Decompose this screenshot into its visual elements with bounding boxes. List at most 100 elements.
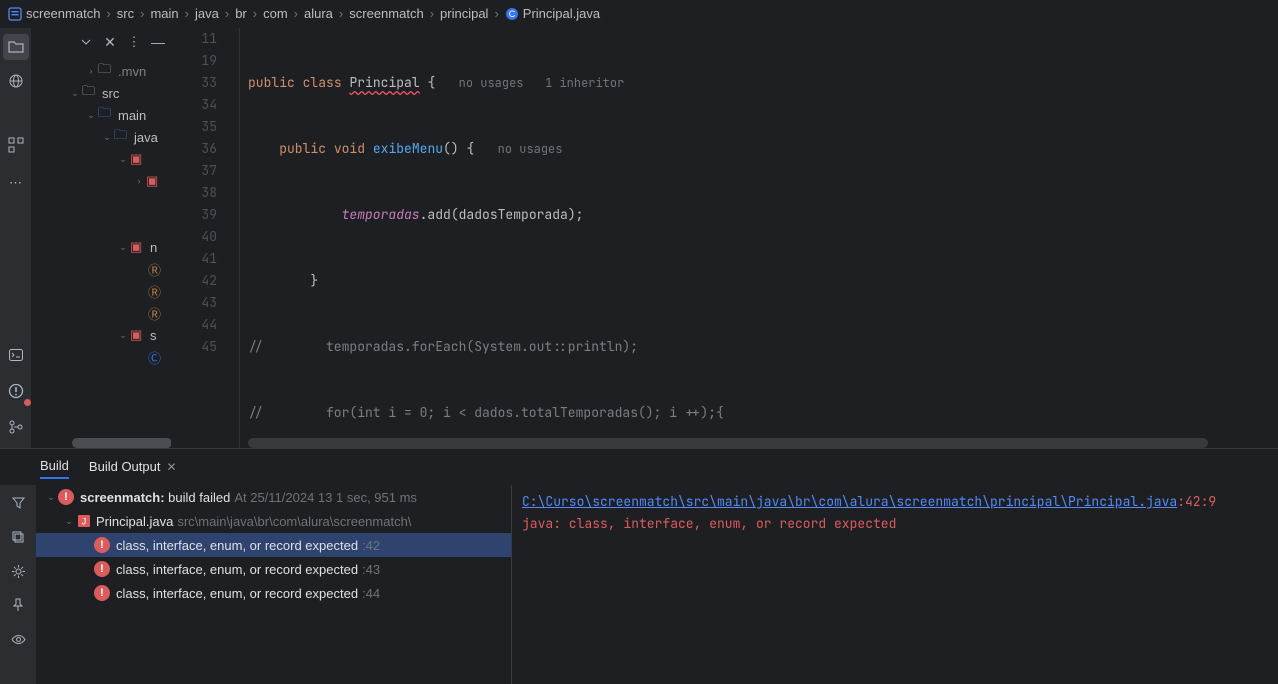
bookmarks-tool-button[interactable] [3, 132, 29, 158]
settings-button[interactable] [8, 561, 28, 581]
breadcrumb-item-project[interactable]: screenmatch [8, 6, 100, 21]
tree-item-mvn[interactable]: ›🗀.mvn [32, 60, 171, 82]
line-number: 19 [172, 50, 217, 72]
tree-item-pkg[interactable]: ›▣ [32, 170, 171, 192]
more-tools-button[interactable]: ⋯ [3, 170, 29, 196]
build-error-row[interactable]: ! class, interface, enum, or record expe… [36, 581, 511, 605]
chevron-right-icon: › [225, 6, 229, 21]
breadcrumb-label: Principal.java [523, 6, 600, 21]
gutter[interactable]: 11 19 33 34 35 36 37 38 39 40 41 42 43 4… [172, 28, 240, 448]
chevron-down-icon: ⌄ [116, 154, 130, 165]
breadcrumb-label: com [263, 6, 288, 21]
build-tree-file[interactable]: ⌄ J Principal.java src\main\java\br\com\… [36, 509, 511, 533]
error-location: :43 [362, 562, 380, 577]
scrollbar-thumb[interactable] [248, 438, 1208, 448]
tree-item-class[interactable]: Ⓡ [32, 302, 171, 324]
file-link[interactable]: C:\Curso\screenmatch\src\main\java\br\co… [522, 493, 1177, 510]
dots-icon: ⋮ [128, 34, 141, 50]
tree-item-pkg[interactable]: ⌄▣n [32, 236, 171, 258]
minimize-icon: — [151, 34, 165, 50]
chevron-down-icon: ⌄ [100, 132, 114, 143]
close-icon[interactable]: ✕ [166, 460, 176, 474]
breadcrumb-label: src [117, 6, 134, 21]
build-error-row[interactable]: ! class, interface, enum, or record expe… [36, 557, 511, 581]
build-tree-root[interactable]: ⌄ ! screenmatch: build failed At 25/11/2… [36, 485, 511, 509]
breadcrumb-item[interactable]: java [195, 6, 219, 21]
tree-list[interactable]: ›🗀.mvn ⌄🗀src ⌄🗀main ⌄🗀java ⌄▣ ›▣ ⌄▣n Ⓡ Ⓡ… [32, 56, 171, 368]
tree-item-pkg[interactable]: ⌄▣ [32, 148, 171, 170]
tab-build[interactable]: Build [40, 454, 69, 479]
error-message: class, interface, enum, or record expect… [116, 538, 358, 553]
code-line: } [248, 270, 1278, 292]
error-badge [24, 399, 31, 406]
folder-icon: 🗀 [98, 60, 114, 82]
left-tool-bar: ⋯ [0, 28, 32, 448]
build-file-path: src\main\java\br\com\alura\screenmatch\ [177, 514, 411, 529]
svg-text:J: J [82, 517, 87, 527]
terminal-icon [8, 347, 24, 363]
tree-options-button[interactable]: ⋮ [125, 33, 143, 51]
terminal-tool-button[interactable] [3, 342, 29, 368]
chevron-right-icon: › [494, 6, 498, 21]
horizontal-scrollbar[interactable] [72, 438, 172, 448]
editor-horizontal-scrollbar[interactable] [248, 438, 1266, 448]
code-area[interactable]: public class Principal { no usages 1 inh… [240, 28, 1278, 448]
rerun-button[interactable] [8, 493, 28, 513]
breadcrumb-item[interactable]: src [117, 6, 134, 21]
stop-button[interactable] [8, 527, 28, 547]
breadcrumb-item[interactable]: main [150, 6, 178, 21]
breadcrumb-item-file[interactable]: C Principal.java [505, 6, 600, 21]
breadcrumb-item[interactable]: alura [304, 6, 333, 21]
watch-button[interactable] [8, 629, 28, 649]
breadcrumb-item[interactable]: com [263, 6, 288, 21]
breadcrumb-label: main [150, 6, 178, 21]
line-number: 11 [172, 28, 217, 50]
tree-item-pkg[interactable]: ⌄▣s [32, 324, 171, 346]
package-icon: ▣ [146, 173, 162, 189]
filter-icon [11, 496, 26, 511]
usage-hint[interactable]: no usages 1 inheritor [459, 75, 625, 91]
collapse-all-button[interactable]: ✕ [101, 33, 119, 51]
code-editor[interactable]: 11 19 33 34 35 36 37 38 39 40 41 42 43 4… [172, 28, 1278, 448]
line-number: 42 [172, 270, 217, 292]
breadcrumb-item[interactable]: screenmatch [349, 6, 423, 21]
chevron-down-icon: ⌄ [116, 330, 130, 341]
select-opened-file-button[interactable] [77, 33, 95, 51]
vcs-tool-button[interactable] [3, 414, 29, 440]
folder-icon [8, 39, 24, 55]
line-number: 35 [172, 116, 217, 138]
tree-item-class[interactable]: Ⓒ [32, 346, 171, 368]
chevron-down-icon: ⌄ [84, 110, 98, 121]
breadcrumb-item[interactable]: br [235, 6, 247, 21]
chevron-right-icon: › [339, 6, 343, 21]
problems-tool-button[interactable] [3, 378, 29, 404]
build-error-row[interactable]: ! class, interface, enum, or record expe… [36, 533, 511, 557]
error-icon: ! [58, 489, 74, 505]
git-icon [8, 419, 24, 435]
line-number: 44 [172, 314, 217, 336]
tab-build-output[interactable]: Build Output ✕ [89, 459, 177, 474]
error-text: java: class, interface, enum, or record … [522, 513, 1268, 535]
project-tool-button[interactable] [3, 34, 29, 60]
usage-hint[interactable]: no usages [498, 141, 563, 157]
tree-item[interactable] [32, 192, 171, 214]
tree-item-src[interactable]: ⌄🗀src [32, 82, 171, 104]
tree-label: src [102, 86, 119, 101]
tree-item[interactable] [32, 214, 171, 236]
breadcrumb-item[interactable]: principal [440, 6, 488, 21]
code-line: public class Principal { no usages 1 inh… [248, 72, 1278, 94]
tree-label: n [150, 240, 157, 255]
tree-item-class[interactable]: Ⓡ [32, 258, 171, 280]
tree-item-main[interactable]: ⌄🗀main [32, 104, 171, 126]
chevron-down-icon: ⌄ [116, 242, 130, 253]
chevron-right-icon: › [253, 6, 257, 21]
pin-button[interactable] [8, 595, 28, 615]
copy-icon [11, 530, 25, 544]
tree-item-class[interactable]: Ⓡ [32, 280, 171, 302]
structure-tool-button[interactable] [3, 68, 29, 94]
eye-icon [11, 632, 26, 647]
tab-label: Build Output [89, 459, 161, 474]
hide-button[interactable]: — [149, 33, 167, 51]
tree-item-java[interactable]: ⌄🗀java [32, 126, 171, 148]
svg-text:C: C [509, 9, 516, 19]
